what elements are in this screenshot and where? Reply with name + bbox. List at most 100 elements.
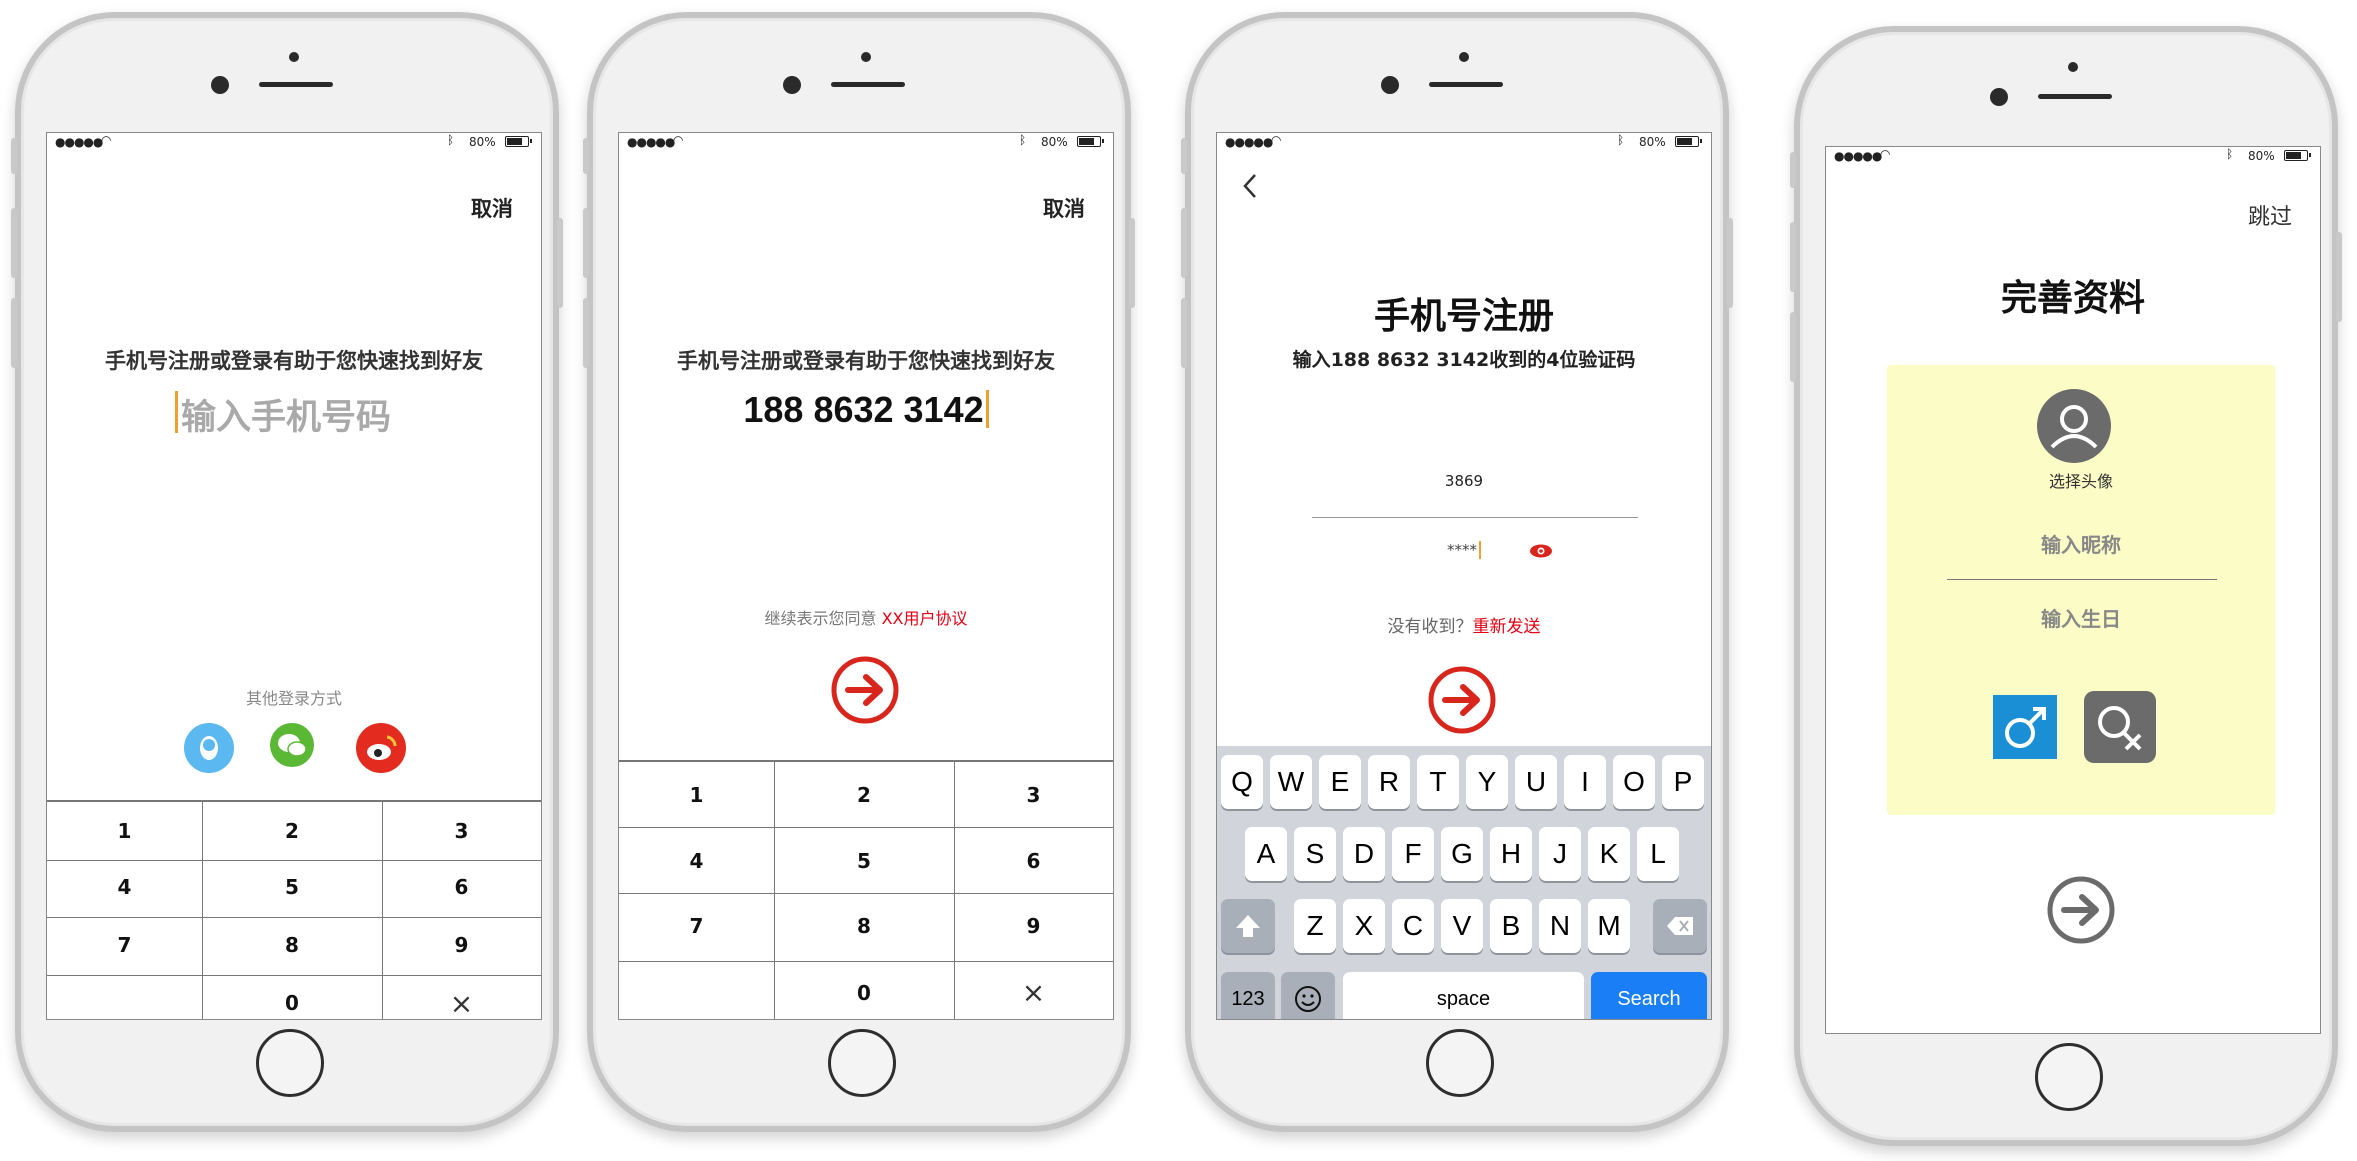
key-y[interactable]: Y [1466, 755, 1508, 809]
keypad-key-0[interactable]: 0 [774, 981, 954, 1005]
phone-input[interactable]: 输入手机号码 [181, 389, 391, 440]
emoji-key[interactable] [1281, 972, 1335, 1019]
phone-input[interactable]: 188 8632 3142 [619, 389, 1113, 431]
backspace-icon [1667, 917, 1693, 935]
home-button[interactable] [828, 1029, 896, 1097]
female-button[interactable] [2084, 691, 2156, 763]
key-r[interactable]: R [1368, 755, 1410, 809]
next-button[interactable] [2046, 875, 2116, 945]
volume-down-button [1181, 298, 1187, 368]
shift-key[interactable] [1221, 899, 1275, 953]
phone-frame-1: ●●●●● ◠ ᛒ 80% 取消 手机号注册或登录有助于您快速找到好友 输入手机… [11, 12, 563, 1132]
key-e[interactable]: E [1319, 755, 1361, 809]
birthday-input[interactable]: 输入生日 [1887, 603, 2275, 632]
home-button[interactable] [2035, 1043, 2103, 1111]
home-button[interactable] [1426, 1029, 1494, 1097]
keypad-key-8[interactable]: 8 [774, 914, 954, 938]
weibo-icon[interactable] [356, 723, 406, 773]
masked-code-input[interactable]: **** [1447, 541, 1481, 559]
key-h[interactable]: H [1490, 827, 1532, 881]
key-c[interactable]: C [1392, 899, 1434, 953]
qq-icon[interactable] [184, 723, 234, 773]
keypad-key-2[interactable]: 2 [202, 819, 382, 843]
key-w[interactable]: W [1270, 755, 1312, 809]
cancel-button[interactable]: 取消 [471, 193, 513, 223]
screen-2: ●●●●● ◠ ᛒ 80% 取消 手机号注册或登录有助于您快速找到好友 188 … [618, 132, 1114, 1020]
delete-key[interactable]: × [382, 987, 541, 1019]
keypad-key-3[interactable]: 3 [382, 819, 541, 843]
search-key[interactable]: Search [1591, 972, 1707, 1019]
profile-card: 选择头像 输入昵称 输入生日 [1887, 365, 2275, 815]
delete-key[interactable]: × [954, 976, 1113, 1009]
key-i[interactable]: I [1564, 755, 1606, 809]
keypad-key-6[interactable]: 6 [954, 849, 1113, 873]
key-u[interactable]: U [1515, 755, 1557, 809]
backspace-key[interactable] [1653, 899, 1707, 953]
keypad-top-border [47, 800, 541, 802]
user-icon [2050, 405, 2098, 449]
key-j[interactable]: J [1539, 827, 1581, 881]
resend-link[interactable]: 重新发送 [1473, 617, 1541, 637]
key-n[interactable]: N [1539, 899, 1581, 953]
back-chevron-icon[interactable] [1239, 171, 1263, 201]
keypad-key-0[interactable]: 0 [202, 991, 382, 1015]
wechat-icon[interactable] [270, 723, 314, 767]
keypad-key-5[interactable]: 5 [202, 875, 382, 899]
bluetooth-icon: ᛒ [447, 133, 455, 147]
keypad-key-2[interactable]: 2 [774, 783, 954, 807]
space-key[interactable]: space [1343, 972, 1584, 1019]
eye-icon[interactable] [1529, 543, 1553, 559]
keypad-key-3[interactable]: 3 [954, 783, 1113, 807]
male-button[interactable] [1993, 695, 2057, 759]
battery-icon [505, 136, 532, 147]
key-g[interactable]: G [1441, 827, 1483, 881]
keypad-key-4[interactable]: 4 [47, 875, 202, 899]
keypad-key-9[interactable]: 9 [382, 933, 541, 957]
home-button[interactable] [256, 1029, 324, 1097]
skip-button[interactable]: 跳过 [2248, 199, 2292, 231]
bluetooth-icon: ᛒ [2226, 147, 2234, 161]
key-s[interactable]: S [1294, 827, 1336, 881]
agreement-link[interactable]: XX用户协议 [882, 609, 968, 628]
numbers-key[interactable]: 123 [1221, 972, 1275, 1019]
keypad-key-9[interactable]: 9 [954, 914, 1113, 938]
keypad-divider [619, 961, 1113, 962]
next-button[interactable] [1427, 665, 1497, 735]
key-l[interactable]: L [1637, 827, 1679, 881]
key-b[interactable]: B [1490, 899, 1532, 953]
keypad-key-7[interactable]: 7 [619, 914, 774, 938]
keypad-key-7[interactable]: 7 [47, 933, 202, 957]
keypad-key-1[interactable]: 1 [619, 783, 774, 807]
keypad-key-5[interactable]: 5 [774, 849, 954, 873]
keypad-key-8[interactable]: 8 [202, 933, 382, 957]
key-a[interactable]: A [1245, 827, 1287, 881]
sensor-dot [1459, 52, 1469, 62]
key-d[interactable]: D [1343, 827, 1385, 881]
key-p[interactable]: P [1662, 755, 1704, 809]
code-input[interactable]: 3869 [1217, 472, 1711, 490]
key-f[interactable]: F [1392, 827, 1434, 881]
keypad-key-4[interactable]: 4 [619, 849, 774, 873]
key-v[interactable]: V [1441, 899, 1483, 953]
key-t[interactable]: T [1417, 755, 1459, 809]
key-x[interactable]: X [1343, 899, 1385, 953]
key-m[interactable]: M [1588, 899, 1630, 953]
key-z[interactable]: Z [1294, 899, 1336, 953]
key-k[interactable]: K [1588, 827, 1630, 881]
avatar[interactable] [2037, 389, 2111, 463]
keypad-key-1[interactable]: 1 [47, 819, 202, 843]
bluetooth-icon: ᛒ [1617, 133, 1625, 147]
key-o[interactable]: O [1613, 755, 1655, 809]
cancel-button[interactable]: 取消 [1043, 193, 1085, 223]
bluetooth-icon: ᛒ [1019, 133, 1027, 147]
not-received-text: 没有收到？ [1387, 617, 1473, 637]
text-cursor [1479, 541, 1481, 559]
key-q[interactable]: Q [1221, 755, 1263, 809]
keypad-key-6[interactable]: 6 [382, 875, 541, 899]
sensor-dot [2068, 62, 2078, 72]
nickname-input[interactable]: 输入昵称 [1887, 529, 2275, 558]
status-bar: ●●●●● ◠ ᛒ 80% [619, 133, 1113, 151]
earpiece-speaker [1429, 82, 1503, 87]
volume-down-button [11, 298, 17, 368]
next-button[interactable] [830, 655, 900, 725]
